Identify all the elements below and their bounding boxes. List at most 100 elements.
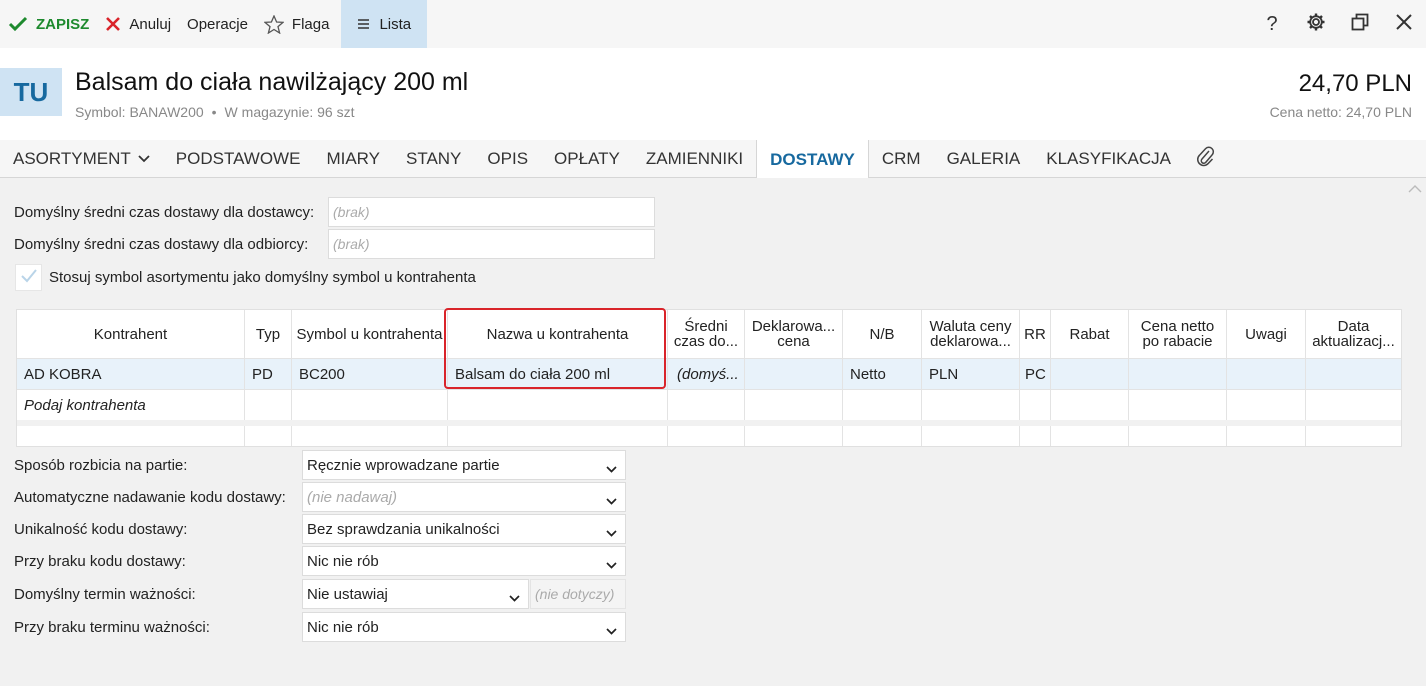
tab-stany[interactable]: STANY [393,140,474,178]
unique-select[interactable]: Bez sprawdzania unikalności [302,514,626,544]
col-header-symbol[interactable]: Symbol u kontrahenta [292,310,448,358]
empty-cell[interactable] [1227,426,1306,446]
restore-window-button[interactable] [1338,0,1382,48]
cell-nb[interactable]: Netto [843,359,922,389]
cell-cena-netto[interactable] [1129,359,1227,389]
net-price: Cena netto: 24,70 PLN [1269,104,1412,120]
auto-code-select[interactable]: (nie nadawaj) [302,482,626,512]
tab-opis[interactable]: OPIS [474,140,541,178]
col-header-nb[interactable]: N/B [843,310,922,358]
col-header-uwagi[interactable]: Uwagi [1227,310,1306,358]
checkmark-icon [20,268,38,288]
tab-attachments[interactable] [1184,140,1228,178]
empty-cell[interactable] [1020,426,1051,446]
cell-kontrahent[interactable]: AD KOBRA [17,359,245,389]
list-button[interactable]: Lista [341,0,428,48]
no-code-select[interactable]: Nic nie rób [302,546,626,576]
dostawy-panel: Domyślny średni czas dostawy dla dostawc… [0,178,1426,686]
empty-cell[interactable] [245,426,292,446]
empty-cell[interactable] [745,426,843,446]
col-header-waluta[interactable]: Waluta ceny deklarowa... [922,310,1020,358]
batch-select-value: Ręcznie wprowadzane partie [307,456,500,474]
receiver-time-input[interactable]: (brak) [328,229,655,259]
supplier-time-placeholder: (brak) [333,204,370,220]
tab-galeria[interactable]: GALERIA [934,140,1034,178]
empty-cell[interactable] [1306,426,1401,446]
settings-button[interactable] [1294,0,1338,48]
tab-zamienniki[interactable]: ZAMIENNIKI [633,140,756,178]
empty-cell[interactable] [1051,426,1129,446]
cell-sredni-czas[interactable]: (domyś... [668,359,745,389]
empty-cell[interactable] [843,390,922,420]
empty-cell[interactable] [1306,390,1401,420]
tab-podstawowe[interactable]: PODSTAWOWE [163,140,314,178]
empty-cell[interactable] [1129,426,1227,446]
col-header-data[interactable]: Data aktualizacj... [1306,310,1401,358]
expiry-days-input: (nie dotyczy) [530,579,626,609]
scroll-up-icon[interactable] [1408,180,1422,197]
empty-cell[interactable] [1020,390,1051,420]
unique-label: Unikalność kodu dostawy: [14,521,188,538]
empty-cell[interactable] [448,390,668,420]
operations-button[interactable]: Operacje [179,0,256,48]
empty-cell[interactable] [1129,390,1227,420]
auto-code-select-value: (nie nadawaj) [307,488,398,506]
help-icon: ? [1266,12,1278,35]
use-symbol-checkbox[interactable] [15,264,42,291]
cell-rr[interactable]: PC [1020,359,1051,389]
empty-cell[interactable] [668,426,745,446]
empty-cell[interactable] [17,426,245,446]
empty-cell[interactable] [1051,390,1129,420]
empty-cell[interactable] [922,390,1020,420]
cancel-label: Anuluj [129,15,172,33]
empty-cell[interactable] [843,426,922,446]
tab-klasyfikacja[interactable]: KLASYFIKACJA [1033,140,1184,178]
product-symbol: Symbol: BANAW200 [75,104,204,120]
close-x-icon [105,16,121,32]
tab-oplaty[interactable]: OPŁATY [541,140,633,178]
cell-rabat[interactable] [1051,359,1129,389]
col-header-cena-netto[interactable]: Cena netto po rabacie [1129,310,1227,358]
tab-dostawy[interactable]: DOSTAWY [756,140,869,179]
cell-deklarowana-cena[interactable] [745,359,843,389]
col-header-deklarowana-cena[interactable]: Deklarowa... cena [745,310,843,358]
stock-info: W magazynie: 96 szt [224,104,355,120]
tab-crm[interactable]: CRM [869,140,934,178]
empty-cell[interactable] [448,426,668,446]
close-window-button[interactable] [1382,0,1426,48]
tab-miary[interactable]: MIARY [313,140,393,178]
cell-uwagi[interactable] [1227,359,1306,389]
empty-cell[interactable] [745,390,843,420]
close-icon [1395,13,1413,35]
col-header-rabat[interactable]: Rabat [1051,310,1129,358]
empty-cell[interactable] [292,390,448,420]
empty-cell[interactable] [292,426,448,446]
empty-cell[interactable] [245,390,292,420]
separator-dot: • [211,104,217,120]
empty-cell[interactable] [922,426,1020,446]
empty-cell[interactable] [668,390,745,420]
cell-symbol[interactable]: BC200 [292,359,448,389]
new-kontrahent-input[interactable]: Podaj kontrahenta [17,390,245,420]
help-button[interactable]: ? [1250,0,1294,48]
suppliers-grid: Kontrahent Typ Symbol u kontrahenta Nazw… [16,309,1402,447]
save-button[interactable]: ZAPISZ [0,0,97,48]
col-header-typ[interactable]: Typ [245,310,292,358]
batch-select[interactable]: Ręcznie wprowadzane partie [302,450,626,480]
cell-waluta[interactable]: PLN [922,359,1020,389]
col-header-rr[interactable]: RR [1020,310,1051,358]
cell-data[interactable] [1306,359,1401,389]
supplier-time-input[interactable]: (brak) [328,197,655,227]
flag-button[interactable]: Flaga [256,0,338,48]
cell-typ[interactable]: PD [245,359,292,389]
expiry-select[interactable]: Nie ustawiaj [302,579,529,609]
chevron-down-icon [606,524,617,541]
no-code-label: Przy braku kodu dostawy: [14,553,186,570]
col-header-kontrahent[interactable]: Kontrahent [17,310,245,358]
col-header-sredni-czas[interactable]: Średni czas do... [668,310,745,358]
no-expiry-select[interactable]: Nic nie rób [302,612,626,642]
empty-cell[interactable] [1227,390,1306,420]
chevron-down-icon [138,155,150,163]
cancel-button[interactable]: Anuluj [97,0,179,48]
tab-asortyment[interactable]: ASORTYMENT [0,140,163,178]
